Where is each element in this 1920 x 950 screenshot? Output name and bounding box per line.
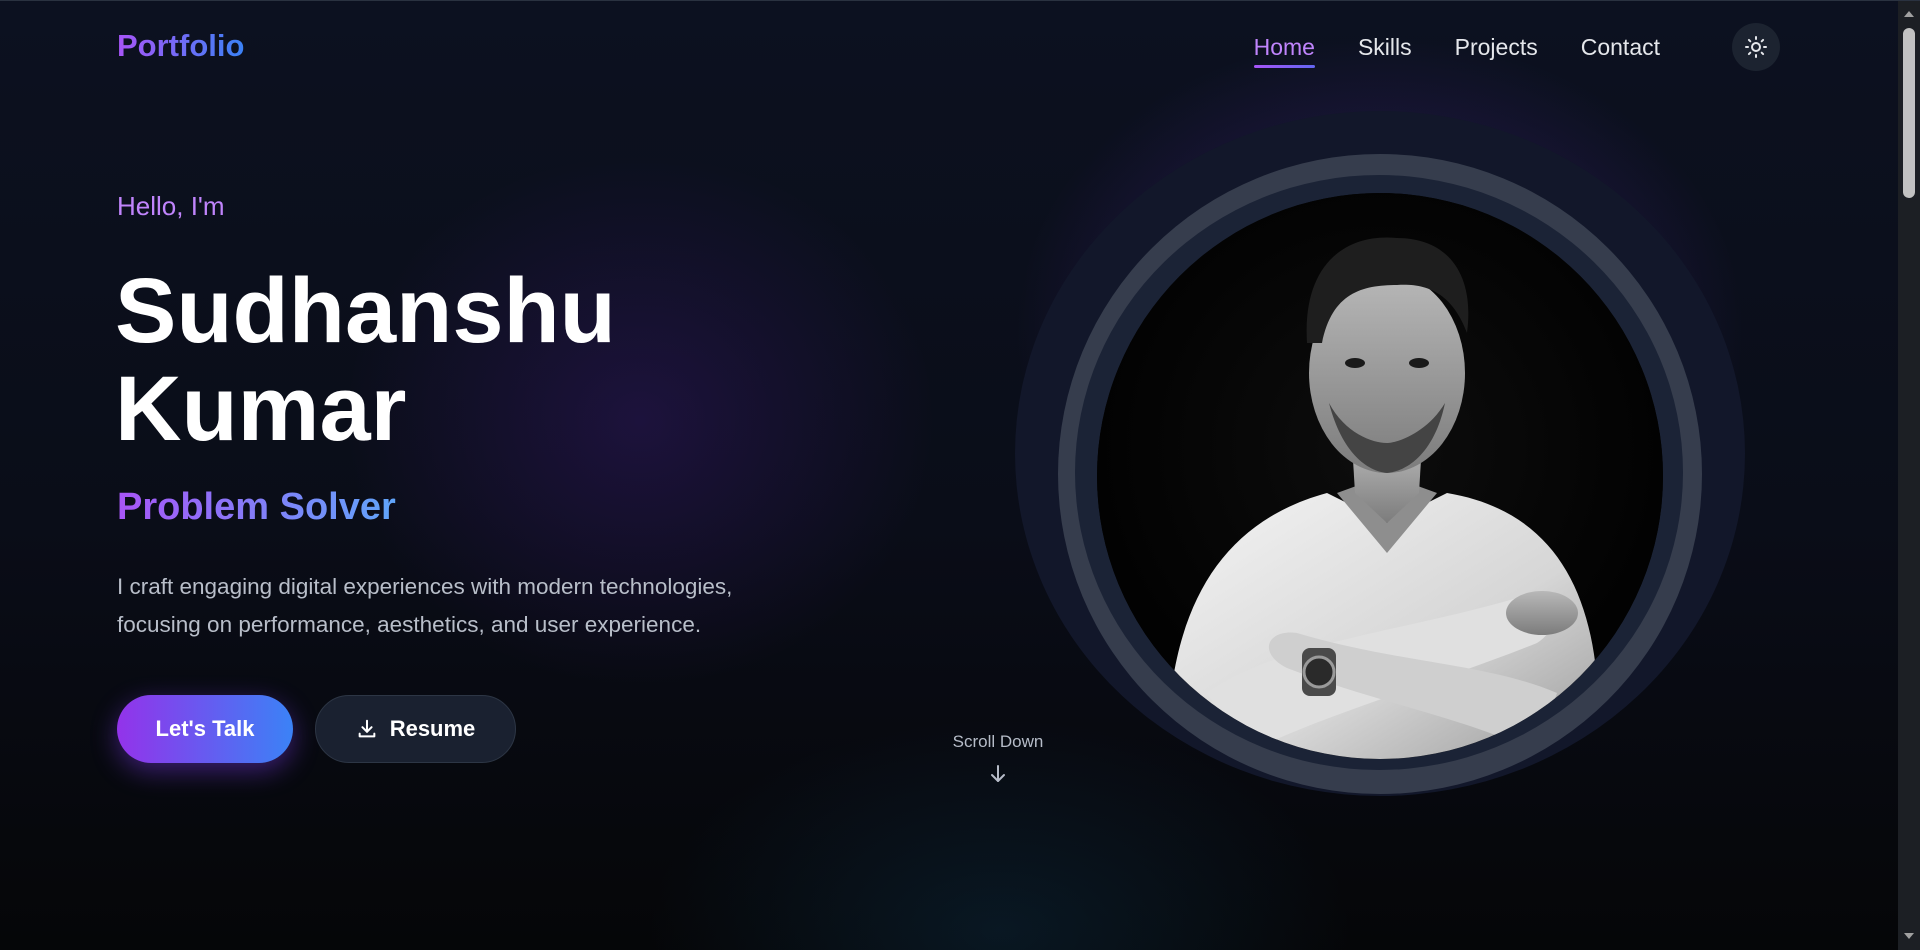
arrow-down-icon	[991, 765, 1005, 782]
sun-icon	[1745, 36, 1767, 58]
hero-description-line-2: focusing on performance, aesthetics, and…	[117, 612, 702, 637]
theme-toggle-button[interactable]	[1732, 23, 1780, 71]
hero-description-line-1: I craft engaging digital experiences wit…	[117, 574, 733, 599]
person-portrait-image	[1097, 193, 1663, 759]
hero-greeting: Hello, I'm	[117, 191, 225, 221]
download-icon	[358, 719, 376, 738]
main-nav: Home Skills Projects Contact	[1253, 32, 1660, 68]
scroll-down-label: Scroll Down	[952, 732, 1044, 751]
hero-role: Problem Solver	[117, 486, 396, 528]
lets-talk-button[interactable]: Let's Talk	[117, 695, 293, 763]
profile-photo	[1097, 193, 1663, 759]
nav-home[interactable]: Home	[1253, 32, 1316, 68]
nav-projects[interactable]: Projects	[1455, 32, 1538, 62]
hero-name: Sudhanshu Kumar	[115, 262, 616, 458]
site-header: Portfolio Home Skills Projects Contact	[0, 0, 1898, 96]
scroll-down-indicator[interactable]: Scroll Down	[928, 732, 1068, 786]
window-top-border	[0, 0, 1920, 1]
vertical-scrollbar[interactable]	[1898, 0, 1920, 950]
resume-button-label: Resume	[389, 716, 476, 741]
nav-contact[interactable]: Contact	[1581, 32, 1660, 62]
hero-first-name: Sudhanshu	[115, 260, 616, 362]
scrollbar-thumb[interactable]	[1903, 28, 1915, 198]
brand-logo[interactable]: Portfolio	[117, 28, 244, 64]
scroll-down-arrow-icon[interactable]	[1903, 930, 1915, 942]
hero-last-name: Kumar	[115, 358, 407, 460]
nav-skills[interactable]: Skills	[1358, 32, 1412, 62]
resume-button[interactable]: Resume	[315, 695, 516, 763]
scroll-up-arrow-icon[interactable]	[1903, 8, 1915, 20]
hero-description: I craft engaging digital experiences wit…	[117, 568, 837, 644]
page-viewport: Portfolio Home Skills Projects Contact H…	[0, 0, 1898, 950]
